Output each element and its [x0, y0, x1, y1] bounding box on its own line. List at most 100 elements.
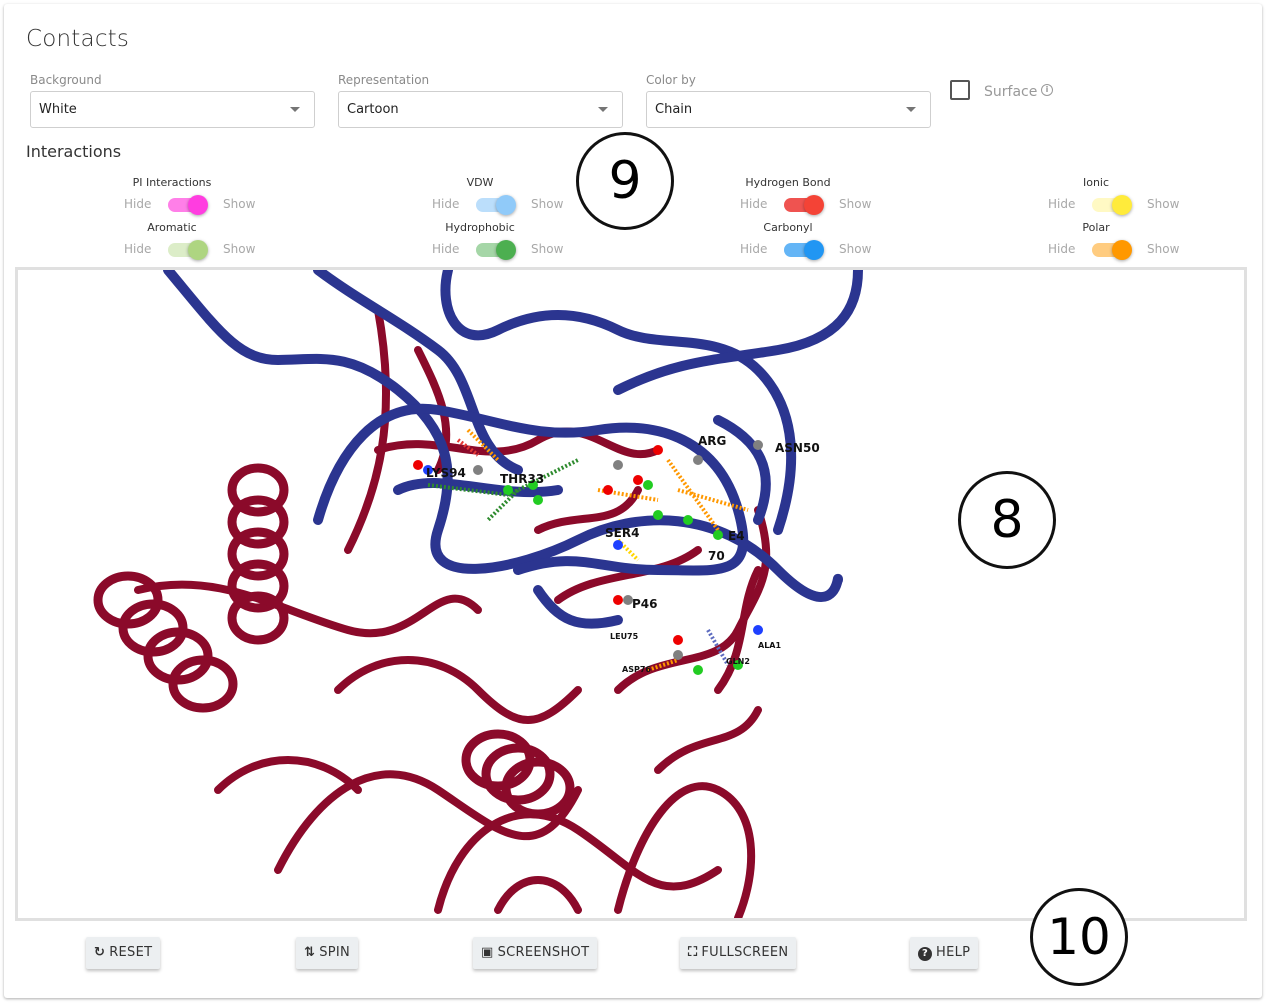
interactions-title: Interactions	[26, 142, 122, 161]
hide-label: Hide	[432, 242, 460, 256]
expand-icon: ⛶	[688, 945, 698, 960]
info-icon[interactable]: i	[1041, 84, 1053, 96]
color-by-select[interactable]: Chain	[646, 91, 931, 128]
toggle-knob[interactable]	[1112, 195, 1132, 215]
representation-value: Cartoon	[347, 102, 399, 117]
atom	[693, 665, 703, 675]
hide-label: Hide	[740, 242, 768, 256]
atom	[603, 485, 613, 495]
refresh-icon: ↻	[94, 945, 106, 960]
help-button[interactable]: ? HELP	[910, 937, 979, 969]
toggle-switch[interactable]	[168, 240, 208, 260]
surface-checkbox[interactable]	[950, 80, 970, 100]
chain-a-loop	[274, 770, 582, 874]
reset-button[interactable]: ↻ RESET	[86, 937, 161, 969]
chain-a-loop	[374, 427, 662, 459]
toggle-switch[interactable]	[168, 195, 208, 215]
camera-icon: ▣	[481, 945, 494, 960]
question-circle-icon: ?	[918, 947, 932, 961]
toggle-knob[interactable]	[496, 195, 516, 215]
toggle-vdw: VDW Hide Show	[380, 176, 580, 220]
toggle-hydrogen-bond: Hydrogen Bond Hide Show	[688, 176, 888, 220]
toggle-knob[interactable]	[188, 195, 208, 215]
screenshot-button[interactable]: ▣ SCREENSHOT	[473, 937, 598, 969]
toggle-label: Aromatic	[147, 221, 197, 234]
chevron-down-icon	[290, 107, 300, 112]
hide-label: Hide	[432, 197, 460, 211]
toggle-switch[interactable]	[784, 195, 824, 215]
hide-label: Hide	[1048, 197, 1076, 211]
toggle-hydrophobic: Hydrophobic Hide Show	[380, 221, 580, 265]
chain-a-loop	[714, 566, 762, 694]
atom	[753, 440, 763, 450]
atom	[503, 485, 513, 495]
toggle-label: Hydrophobic	[445, 221, 515, 234]
hide-label: Hide	[124, 197, 152, 211]
atom	[413, 460, 423, 470]
chain-b-strand	[533, 585, 623, 629]
toggle-label: Ionic	[1082, 176, 1110, 189]
atom	[613, 460, 623, 470]
show-label: Show	[531, 242, 564, 256]
color-by-label: Color by	[646, 73, 696, 87]
spin-button[interactable]: ⇅ SPIN	[296, 937, 359, 969]
chain-a-loop	[654, 706, 762, 774]
hide-label: Hide	[1048, 242, 1076, 256]
chain-b-strand	[313, 270, 523, 475]
show-label: Show	[839, 197, 872, 211]
residue-label: SER4	[605, 526, 639, 540]
show-label: Show	[839, 242, 872, 256]
molecule-canvas[interactable]: LYS94 THR33 ARG ASN50 SER4 P46 LEU75 ASP76 ALA1 G…	[18, 270, 1244, 918]
atom	[753, 625, 763, 635]
toggle-knob[interactable]	[1112, 240, 1132, 260]
toggle-switch[interactable]	[1092, 195, 1132, 215]
toggle-switch[interactable]	[476, 195, 516, 215]
hide-label: Hide	[740, 197, 768, 211]
toggle-label: Hydrogen Bond	[745, 176, 831, 189]
callout-10: 10	[1030, 888, 1128, 986]
atom	[653, 510, 663, 520]
residue-label: ASP76	[622, 665, 651, 674]
representation-select[interactable]: Cartoon	[338, 91, 623, 128]
hide-label: Hide	[124, 242, 152, 256]
residue-label: THR33	[500, 472, 544, 486]
toggle-switch[interactable]	[1092, 240, 1132, 260]
atom	[713, 530, 723, 540]
show-label: Show	[1147, 242, 1180, 256]
atom	[683, 515, 693, 525]
chain-a-ribbon	[93, 306, 771, 918]
atom	[613, 540, 623, 550]
show-label: Show	[531, 197, 564, 211]
residue-label: ARG	[698, 434, 726, 448]
toggle-label: VDW	[466, 176, 494, 189]
molecule-viewer[interactable]: LYS94 THR33 ARG ASN50 SER4 P46 LEU75 ASP76 ALA1 G…	[15, 267, 1247, 921]
background-select[interactable]: White	[30, 91, 315, 128]
atom	[643, 480, 653, 490]
residue-label: E4	[728, 529, 745, 543]
background-label: Background	[30, 73, 102, 87]
callout-9: 9	[576, 132, 674, 230]
atom	[673, 635, 683, 645]
atom	[613, 595, 623, 605]
helix	[227, 463, 289, 645]
show-label: Show	[223, 242, 256, 256]
toggle-switch[interactable]	[784, 240, 824, 260]
representation-label: Representation	[338, 73, 430, 87]
toggle-knob[interactable]	[496, 240, 516, 260]
toggle-switch[interactable]	[476, 240, 516, 260]
toggle-knob[interactable]	[804, 195, 824, 215]
toggle-label: PI Interactions	[132, 176, 212, 189]
fullscreen-button[interactable]: ⛶ FULLSCREEN	[680, 937, 797, 969]
residue-label: ALA1	[758, 641, 781, 650]
toggle-ionic: Ionic Hide Show	[996, 176, 1196, 220]
chevron-down-icon	[906, 107, 916, 112]
callout-8: 8	[958, 471, 1056, 569]
atom	[633, 475, 643, 485]
chain-a-loop	[494, 876, 582, 914]
background-value: White	[39, 102, 77, 117]
toggle-knob[interactable]	[804, 240, 824, 260]
atom	[673, 650, 683, 660]
residue-label: LYS94	[426, 466, 466, 480]
atom	[533, 495, 543, 505]
toggle-knob[interactable]	[188, 240, 208, 260]
